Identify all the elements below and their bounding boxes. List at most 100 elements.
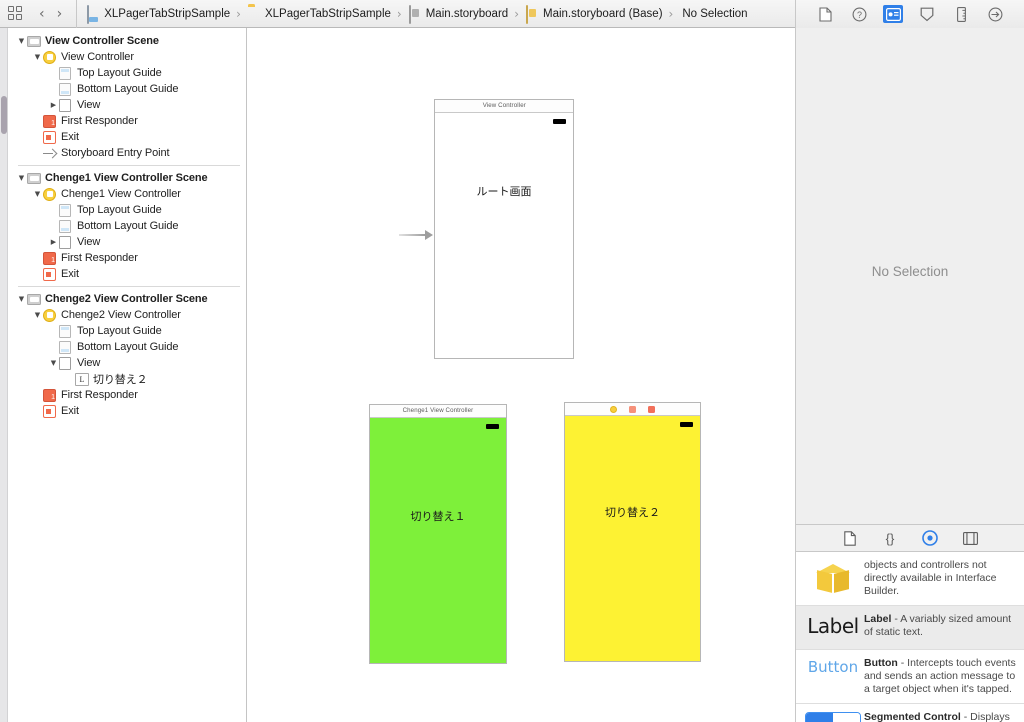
disclosure-triangle-open-icon[interactable]: ▼ — [48, 355, 59, 371]
outline-row[interactable]: First Responder — [8, 387, 246, 403]
disclosure-triangle-open-icon[interactable]: ▼ — [16, 33, 27, 49]
scene-dock-bar[interactable]: Chenge1 View Controller — [370, 405, 506, 418]
scene-content-label[interactable]: 切り替え１ — [370, 508, 506, 524]
view-icon — [59, 235, 73, 249]
chevron-right-icon: › — [396, 6, 402, 21]
library-item[interactable]: objects and controllers not directly ava… — [796, 552, 1024, 606]
outline-scene-divider — [18, 286, 240, 287]
canvas-scene-chenge1-scene[interactable]: Chenge1 View Controller 切り替え１ — [369, 404, 507, 664]
dock-first-responder-icon[interactable] — [629, 405, 636, 413]
scene-dock-bar[interactable]: View Controller — [435, 100, 573, 113]
no-selection-message: No Selection — [871, 264, 949, 279]
outline-row-label: Bottom Layout Guide — [77, 220, 179, 232]
library-item-summary: objects and controllers not directly ava… — [864, 559, 997, 597]
quick-help-inspector-icon[interactable]: ? — [849, 5, 869, 23]
object-library-tab[interactable] — [921, 529, 939, 547]
navigate-back-button[interactable]: ‹ — [33, 7, 51, 21]
outline-row-label: View Controller — [61, 51, 134, 63]
size-inspector-icon[interactable] — [951, 5, 971, 23]
related-items-icon[interactable] — [8, 6, 23, 21]
attributes-inspector-icon[interactable] — [917, 5, 937, 23]
outline-row[interactable]: First Responder — [8, 113, 246, 129]
outline-row[interactable]: Exit — [8, 266, 246, 282]
outline-row[interactable]: ▼ Chenge1 View Controller Scene — [8, 170, 246, 186]
dock-view-controller-icon[interactable] — [610, 405, 617, 413]
top-layout-guide-icon — [59, 66, 73, 80]
disclosure-triangle-closed-icon[interactable]: ▶ — [48, 234, 59, 250]
scene-icon — [27, 292, 41, 306]
navigator-scrollbar[interactable] — [0, 28, 8, 722]
scene-content-label[interactable]: 切り替え２ — [565, 504, 700, 520]
outline-row-label: View — [77, 236, 101, 248]
scene-content-label[interactable]: ルート画面 — [435, 183, 573, 199]
jump-bar: ‹ › XLPagerTabStripSample › XLPagerTabSt… — [0, 0, 1024, 28]
breadcrumb-item-storyboard[interactable]: Main.storyboard — [407, 0, 508, 27]
object-library-list[interactable]: objects and controllers not directly ava… — [796, 552, 1024, 722]
library-item[interactable]: Button Button - Intercepts touch events a… — [796, 650, 1024, 704]
outline-row[interactable]: Top Layout Guide — [8, 323, 246, 339]
library-item-thumbnail — [802, 710, 864, 722]
scene-dock-bar[interactable] — [565, 403, 700, 416]
outline-row[interactable]: Bottom Layout Guide — [8, 81, 246, 97]
library-item[interactable]: Segmented Control - Displays — [796, 704, 1024, 722]
scene-view[interactable]: 切り替え２ — [565, 416, 700, 661]
bottom-layout-guide-icon — [59, 340, 73, 354]
library-selector-bar: {} — [796, 525, 1024, 552]
top-layout-guide-icon — [59, 203, 73, 217]
jump-bar-divider — [76, 0, 78, 28]
outline-row[interactable]: L 切り替え２ — [8, 371, 246, 387]
disclosure-triangle-closed-icon[interactable]: ▶ — [48, 97, 59, 113]
outline-row[interactable]: ▼ View — [8, 355, 246, 371]
outline-row[interactable]: Bottom Layout Guide — [8, 218, 246, 234]
file-inspector-icon[interactable] — [815, 5, 835, 23]
file-template-library-tab[interactable] — [841, 529, 859, 547]
main-content-area: ▼ View Controller Scene ▼ View Controller To… — [0, 28, 1024, 722]
navigate-forward-button[interactable]: › — [51, 7, 69, 21]
media-library-tab[interactable] — [961, 529, 979, 547]
scene-view[interactable]: 切り替え１ — [370, 418, 506, 663]
library-item-thumbnail: Label — [802, 612, 864, 638]
breadcrumb-item-storyboard-base[interactable]: Main.storyboard (Base) — [524, 0, 663, 27]
outline-row-label: 切り替え２ — [93, 374, 148, 386]
outline-row[interactable]: ▼ View Controller — [8, 49, 246, 65]
breadcrumb-item-folder[interactable]: XLPagerTabStripSample — [246, 0, 391, 27]
dock-exit-icon[interactable] — [648, 405, 655, 413]
storyboard-outline-view[interactable]: ▼ View Controller Scene ▼ View Controller To… — [8, 28, 247, 722]
first-responder-icon — [43, 114, 57, 128]
scene-view[interactable]: ルート画面 — [435, 113, 573, 358]
outline-row[interactable]: ▼ Chenge1 View Controller — [8, 186, 246, 202]
library-item[interactable]: Label Label - A variably sized amount of … — [796, 606, 1024, 650]
label-thumb-icon: Label — [807, 614, 859, 638]
outline-row[interactable]: Exit — [8, 403, 246, 419]
disclosure-triangle-open-icon[interactable]: ▼ — [32, 186, 43, 202]
outline-row[interactable]: Bottom Layout Guide — [8, 339, 246, 355]
outline-row-label: First Responder — [61, 115, 138, 127]
outline-row[interactable]: ▶ View — [8, 234, 246, 250]
scrollbar-thumb[interactable] — [1, 96, 7, 134]
identity-inspector-icon[interactable] — [883, 5, 903, 23]
disclosure-triangle-open-icon[interactable]: ▼ — [16, 170, 27, 186]
outline-row[interactable]: ▼ Chenge2 View Controller — [8, 307, 246, 323]
canvas-scene-root-scene[interactable]: View Controller ルート画面 — [434, 99, 574, 359]
breadcrumb-item-selection[interactable]: No Selection — [678, 0, 747, 27]
connections-inspector-icon[interactable] — [985, 5, 1005, 23]
outline-row[interactable]: Top Layout Guide — [8, 202, 246, 218]
outline-row[interactable]: First Responder — [8, 250, 246, 266]
storyboard-canvas[interactable]: View Controller ルート画面 Chenge1 View Control… — [247, 28, 795, 722]
disclosure-triangle-open-icon[interactable]: ▼ — [16, 291, 27, 307]
breadcrumb-item-project[interactable]: XLPagerTabStripSample — [85, 0, 230, 27]
canvas-scene-chenge2-scene[interactable]: 切り替え２ — [564, 402, 701, 662]
outline-row[interactable]: ▼ View Controller Scene — [8, 33, 246, 49]
outline-row[interactable]: ▼ Chenge2 View Controller Scene — [8, 291, 246, 307]
outline-row[interactable]: Top Layout Guide — [8, 65, 246, 81]
library-item-description: objects and controllers not directly ava… — [864, 558, 1016, 598]
outline-row[interactable]: Storyboard Entry Point — [8, 145, 246, 161]
code-snippet-library-tab[interactable]: {} — [881, 529, 899, 547]
disclosure-triangle-open-icon[interactable]: ▼ — [32, 307, 43, 323]
disclosure-triangle-open-icon[interactable]: ▼ — [32, 49, 43, 65]
outline-row[interactable]: Exit — [8, 129, 246, 145]
outline-row-label: Chenge2 View Controller Scene — [45, 293, 208, 305]
outline-row[interactable]: ▶ View — [8, 97, 246, 113]
outline-row-label: Bottom Layout Guide — [77, 83, 179, 95]
